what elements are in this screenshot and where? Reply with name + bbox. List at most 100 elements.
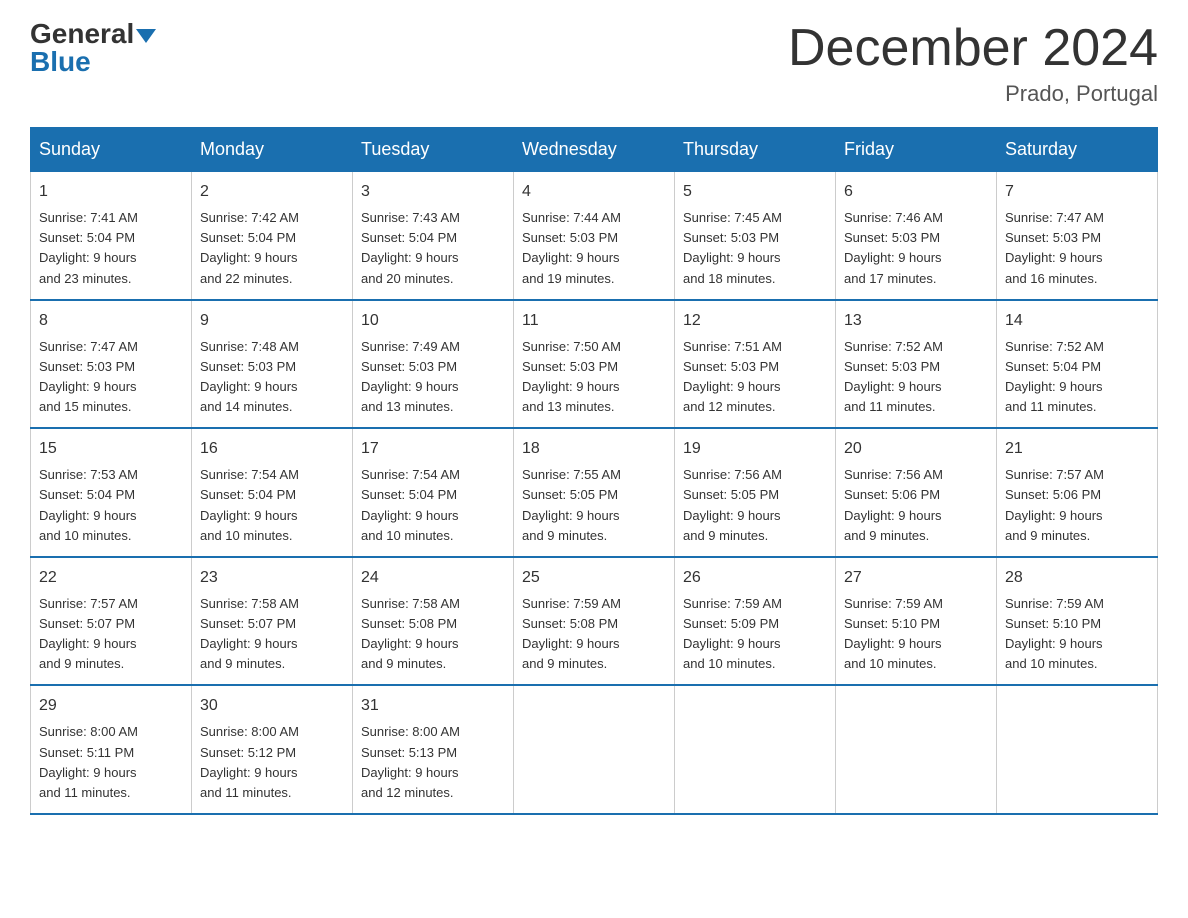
table-row: 19Sunrise: 7:56 AMSunset: 5:05 PMDayligh…	[675, 428, 836, 557]
col-tuesday: Tuesday	[353, 128, 514, 171]
col-thursday: Thursday	[675, 128, 836, 171]
day-number: 18	[522, 437, 666, 461]
day-info: Sunrise: 8:00 AMSunset: 5:11 PMDaylight:…	[39, 724, 138, 799]
day-info: Sunrise: 7:41 AMSunset: 5:04 PMDaylight:…	[39, 210, 138, 285]
table-row: 30Sunrise: 8:00 AMSunset: 5:12 PMDayligh…	[192, 685, 353, 814]
table-row: 15 Sunrise: 7:53 AMSunset: 5:04 PMDayligh…	[31, 428, 192, 557]
day-number: 14	[1005, 309, 1149, 333]
table-row: 13 Sunrise: 7:52 AMSunset: 5:03 PMDayligh…	[836, 300, 997, 429]
day-number: 31	[361, 694, 505, 718]
day-number: 22	[39, 566, 183, 590]
col-monday: Monday	[192, 128, 353, 171]
table-row	[675, 685, 836, 814]
day-info: Sunrise: 7:43 AMSunset: 5:04 PMDaylight:…	[361, 210, 460, 285]
table-row: 29 Sunrise: 8:00 AMSunset: 5:11 PMDayligh…	[31, 685, 192, 814]
day-number: 12	[683, 309, 827, 333]
calendar-table: Sunday Monday Tuesday Wednesday Thursday…	[30, 127, 1158, 815]
table-row: 23 Sunrise: 7:58 AMSunset: 5:07 PMDayligh…	[192, 557, 353, 686]
table-row	[997, 685, 1158, 814]
table-row: 9Sunrise: 7:48 AMSunset: 5:03 PMDaylight…	[192, 300, 353, 429]
day-number: 29	[39, 694, 183, 718]
day-number: 5	[683, 180, 827, 204]
table-row: 17 Sunrise: 7:54 AMSunset: 5:04 PMDayligh…	[353, 428, 514, 557]
table-row: 22 Sunrise: 7:57 AMSunset: 5:07 PMDayligh…	[31, 557, 192, 686]
day-number: 19	[683, 437, 827, 461]
day-info: Sunrise: 7:57 AMSunset: 5:07 PMDaylight:…	[39, 596, 138, 671]
table-row	[514, 685, 675, 814]
calendar-week-row: 15 Sunrise: 7:53 AMSunset: 5:04 PMDayligh…	[31, 428, 1158, 557]
table-row: 11 Sunrise: 7:50 AMSunset: 5:03 PMDayligh…	[514, 300, 675, 429]
page-header: General Blue December 2024 Prado, Portug…	[30, 20, 1158, 107]
title-block: December 2024 Prado, Portugal	[788, 20, 1158, 107]
day-number: 13	[844, 309, 988, 333]
day-number: 6	[844, 180, 988, 204]
day-number: 11	[522, 309, 666, 333]
day-number: 10	[361, 309, 505, 333]
day-info: Sunrise: 7:53 AMSunset: 5:04 PMDaylight:…	[39, 467, 138, 542]
calendar-week-row: 1 Sunrise: 7:41 AMSunset: 5:04 PMDaylight…	[31, 171, 1158, 300]
logo-triangle-icon	[136, 29, 156, 43]
day-info: Sunrise: 7:51 AMSunset: 5:03 PMDaylight:…	[683, 339, 782, 414]
day-info: Sunrise: 7:49 AMSunset: 5:03 PMDaylight:…	[361, 339, 460, 414]
table-row: 28 Sunrise: 7:59 AMSunset: 5:10 PMDayligh…	[997, 557, 1158, 686]
day-number: 8	[39, 309, 183, 333]
calendar-week-row: 8 Sunrise: 7:47 AMSunset: 5:03 PMDaylight…	[31, 300, 1158, 429]
day-info: Sunrise: 8:00 AMSunset: 5:12 PMDaylight:…	[200, 724, 299, 799]
location-text: Prado, Portugal	[788, 81, 1158, 107]
day-info: Sunrise: 7:57 AMSunset: 5:06 PMDaylight:…	[1005, 467, 1104, 542]
day-info: Sunrise: 7:48 AMSunset: 5:03 PMDaylight:…	[200, 339, 299, 414]
table-row: 31 Sunrise: 8:00 AMSunset: 5:13 PMDayligh…	[353, 685, 514, 814]
day-number: 23	[200, 566, 344, 590]
day-number: 28	[1005, 566, 1149, 590]
day-info: Sunrise: 7:55 AMSunset: 5:05 PMDaylight:…	[522, 467, 621, 542]
table-row: 1 Sunrise: 7:41 AMSunset: 5:04 PMDaylight…	[31, 171, 192, 300]
logo-blue-text: Blue	[30, 46, 91, 77]
logo-line2: Blue	[30, 48, 156, 76]
day-info: Sunrise: 7:52 AMSunset: 5:04 PMDaylight:…	[1005, 339, 1104, 414]
month-title: December 2024	[788, 20, 1158, 77]
day-number: 4	[522, 180, 666, 204]
logo-line1: General	[30, 20, 156, 48]
table-row: 24 Sunrise: 7:58 AMSunset: 5:08 PMDayligh…	[353, 557, 514, 686]
day-info: Sunrise: 7:58 AMSunset: 5:07 PMDaylight:…	[200, 596, 299, 671]
table-row: 4 Sunrise: 7:44 AMSunset: 5:03 PMDaylight…	[514, 171, 675, 300]
col-wednesday: Wednesday	[514, 128, 675, 171]
day-info: Sunrise: 8:00 AMSunset: 5:13 PMDaylight:…	[361, 724, 460, 799]
table-row	[836, 685, 997, 814]
day-number: 15	[39, 437, 183, 461]
day-number: 24	[361, 566, 505, 590]
table-row: 10 Sunrise: 7:49 AMSunset: 5:03 PMDayligh…	[353, 300, 514, 429]
day-info: Sunrise: 7:47 AMSunset: 5:03 PMDaylight:…	[39, 339, 138, 414]
table-row: 20Sunrise: 7:56 AMSunset: 5:06 PMDayligh…	[836, 428, 997, 557]
table-row: 21 Sunrise: 7:57 AMSunset: 5:06 PMDayligh…	[997, 428, 1158, 557]
table-row: 12 Sunrise: 7:51 AMSunset: 5:03 PMDayligh…	[675, 300, 836, 429]
day-number: 16	[200, 437, 344, 461]
day-info: Sunrise: 7:47 AMSunset: 5:03 PMDaylight:…	[1005, 210, 1104, 285]
day-info: Sunrise: 7:46 AMSunset: 5:03 PMDaylight:…	[844, 210, 943, 285]
day-number: 2	[200, 180, 344, 204]
table-row: 2 Sunrise: 7:42 AMSunset: 5:04 PMDaylight…	[192, 171, 353, 300]
day-info: Sunrise: 7:56 AMSunset: 5:06 PMDaylight:…	[844, 467, 943, 542]
day-info: Sunrise: 7:52 AMSunset: 5:03 PMDaylight:…	[844, 339, 943, 414]
day-info: Sunrise: 7:50 AMSunset: 5:03 PMDaylight:…	[522, 339, 621, 414]
day-number: 1	[39, 180, 183, 204]
day-info: Sunrise: 7:54 AMSunset: 5:04 PMDaylight:…	[361, 467, 460, 542]
day-number: 3	[361, 180, 505, 204]
logo-general-text: General	[30, 18, 134, 49]
table-row: 18 Sunrise: 7:55 AMSunset: 5:05 PMDayligh…	[514, 428, 675, 557]
calendar-week-row: 29 Sunrise: 8:00 AMSunset: 5:11 PMDayligh…	[31, 685, 1158, 814]
day-info: Sunrise: 7:59 AMSunset: 5:10 PMDaylight:…	[1005, 596, 1104, 671]
logo: General Blue	[30, 20, 156, 76]
day-info: Sunrise: 7:59 AMSunset: 5:08 PMDaylight:…	[522, 596, 621, 671]
day-number: 17	[361, 437, 505, 461]
day-info: Sunrise: 7:58 AMSunset: 5:08 PMDaylight:…	[361, 596, 460, 671]
table-row: 16Sunrise: 7:54 AMSunset: 5:04 PMDayligh…	[192, 428, 353, 557]
table-row: 6 Sunrise: 7:46 AMSunset: 5:03 PMDaylight…	[836, 171, 997, 300]
calendar-header-row: Sunday Monday Tuesday Wednesday Thursday…	[31, 128, 1158, 171]
table-row: 5 Sunrise: 7:45 AMSunset: 5:03 PMDaylight…	[675, 171, 836, 300]
table-row: 26Sunrise: 7:59 AMSunset: 5:09 PMDayligh…	[675, 557, 836, 686]
day-number: 21	[1005, 437, 1149, 461]
day-info: Sunrise: 7:44 AMSunset: 5:03 PMDaylight:…	[522, 210, 621, 285]
day-info: Sunrise: 7:45 AMSunset: 5:03 PMDaylight:…	[683, 210, 782, 285]
day-info: Sunrise: 7:42 AMSunset: 5:04 PMDaylight:…	[200, 210, 299, 285]
